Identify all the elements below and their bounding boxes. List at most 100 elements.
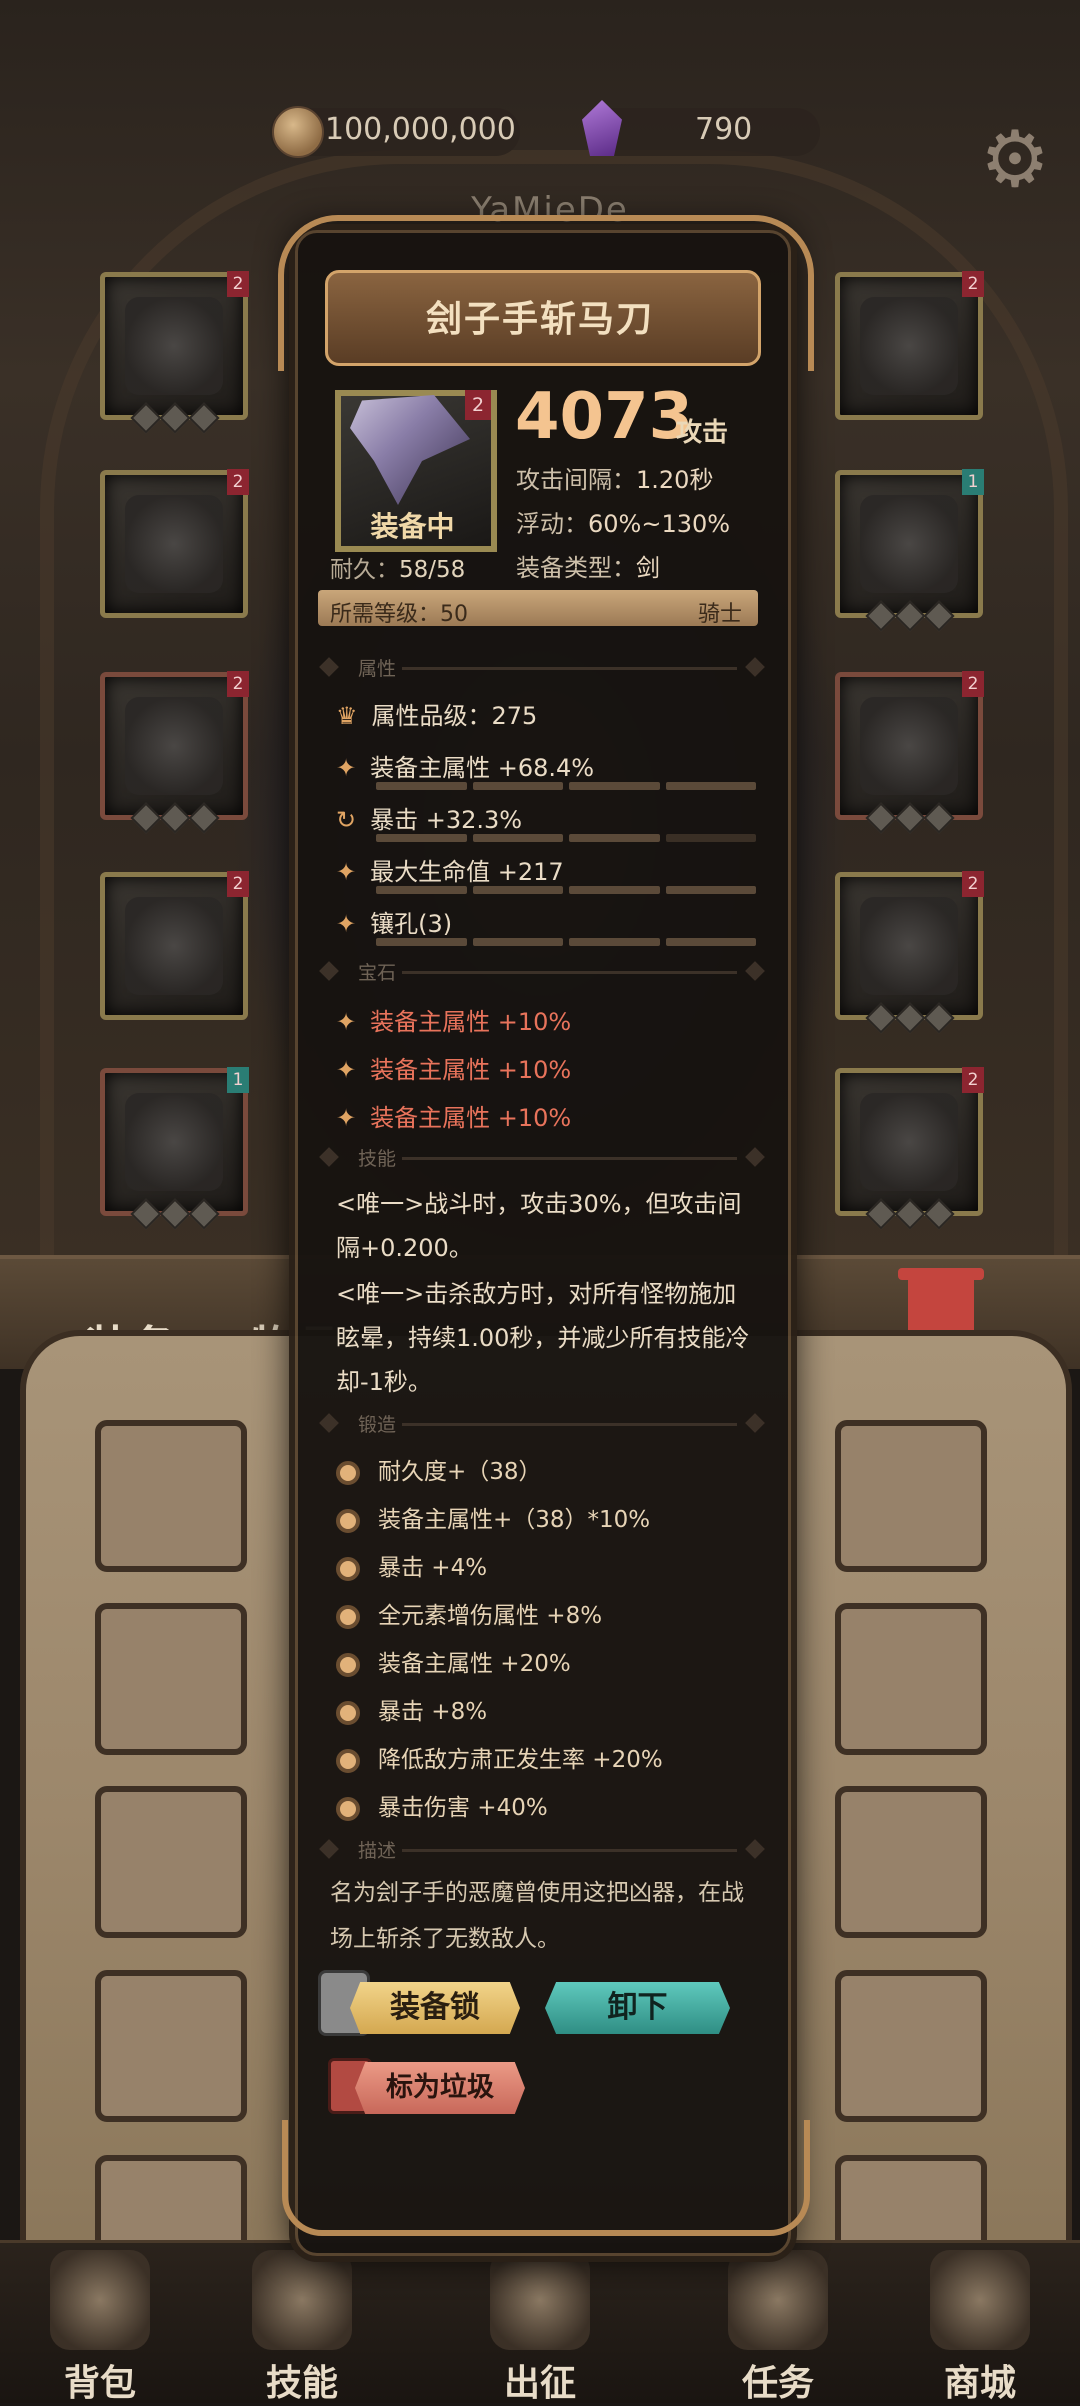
gold-coin-icon xyxy=(272,106,324,158)
slot-level-badge: 2 xyxy=(962,271,984,297)
nav-label: 出征 xyxy=(503,2363,576,2404)
cape-icon xyxy=(125,495,223,593)
equip-slot-cape[interactable]: 2 xyxy=(100,469,249,618)
mark-as-junk-button[interactable]: 标为垃圾 xyxy=(355,2062,525,2114)
forge-orb-icon xyxy=(336,1797,360,1821)
section-header-description: 描述 xyxy=(319,1836,765,1864)
forge-orb-icon xyxy=(336,1749,360,1773)
nav-label: 技能 xyxy=(265,2363,338,2404)
equip-slot-amulet[interactable]: 2 xyxy=(835,271,984,420)
gloves-icon xyxy=(125,897,223,995)
forge-line: 暴击 +4% xyxy=(336,1548,487,1582)
nav-shop[interactable]: 商城 xyxy=(910,2250,1050,2404)
forge-line: 耐久度+（38） xyxy=(336,1452,542,1486)
item-level-badge: 2 xyxy=(465,390,491,420)
forge-line: 降低敌方肃正发生率 +20% xyxy=(336,1740,663,1774)
slot-level-badge: 2 xyxy=(227,271,249,297)
gem-stat: ✦ 装备主属性 +10% xyxy=(336,1104,572,1132)
attribute-line: ✦ 最大生命值 +217 xyxy=(336,858,564,886)
crown-icon: ♛ xyxy=(336,702,358,730)
gold-amount: 100,000,000 xyxy=(325,112,516,147)
inventory-cell[interactable] xyxy=(835,1420,987,1572)
equipped-status: 装备中 xyxy=(370,510,455,543)
sword-map-icon xyxy=(490,2250,590,2350)
equip-slot-helmet[interactable]: 2 xyxy=(100,271,249,434)
unequip-button[interactable]: 卸下 xyxy=(545,1982,730,2034)
attribute-line: ✦ 装备主属性 +68.4% xyxy=(336,754,595,782)
star-icon: ✦ xyxy=(336,754,357,782)
item-description: 名为刽子手的恶魔曾使用这把凶器，在战场上斩杀了无数敌人。 xyxy=(330,1880,744,1952)
equip-slot-trinket[interactable]: 1 xyxy=(835,469,984,632)
skill-text: <唯一>战斗时，攻击30%，但攻击间隔+0.200。 xyxy=(336,1190,742,1262)
forge-orb-icon xyxy=(336,1557,360,1581)
slot-level-badge: 2 xyxy=(227,469,249,495)
equip-slot-ring[interactable]: 2 xyxy=(835,671,984,834)
section-header-gems: 宝石 xyxy=(319,958,765,986)
item-name: 刽子手斩马刀 xyxy=(425,299,654,340)
equip-slot-offhand[interactable]: 2 xyxy=(835,1067,984,1230)
required-class: 骑士 xyxy=(698,602,743,627)
equip-slot-armor[interactable]: 2 xyxy=(100,671,249,834)
required-level: 所需等级：50 xyxy=(330,602,469,627)
star-icon: ✦ xyxy=(336,1104,357,1132)
inventory-cell[interactable] xyxy=(95,1786,247,1938)
attack-value: 4073 xyxy=(515,380,694,454)
equip-slot-gloves[interactable]: 2 xyxy=(100,871,249,1020)
shop-crest-icon xyxy=(930,2250,1030,2350)
forge-line: 装备主属性 +20% xyxy=(336,1644,571,1678)
nav-backpack[interactable]: 背包 xyxy=(30,2250,170,2404)
section-header-forging: 锻造 xyxy=(319,1410,765,1438)
nav-label: 背包 xyxy=(63,2363,136,2404)
dagger-icon xyxy=(860,897,958,995)
forge-orb-icon xyxy=(336,1509,360,1533)
inventory-cell[interactable] xyxy=(835,1603,987,1755)
backpack-icon xyxy=(50,2250,150,2350)
nav-expedition[interactable]: 出征 xyxy=(470,2250,610,2404)
float-range: 浮动：60%~130% xyxy=(516,510,731,538)
forge-orb-icon xyxy=(336,1461,360,1485)
star-icon: ✦ xyxy=(336,858,357,886)
inventory-cell[interactable] xyxy=(95,1420,247,1572)
settings-gear-icon[interactable]: ⚙ xyxy=(975,120,1055,200)
star-icon: ✦ xyxy=(336,910,357,938)
gem-amount: 790 xyxy=(695,112,753,147)
slot-level-badge: 2 xyxy=(227,871,249,897)
attribute-grade: ♛ 属性品级：275 xyxy=(336,702,538,730)
inventory-cell[interactable] xyxy=(835,1786,987,1938)
forge-line: 全元素增伤属性 +8% xyxy=(336,1596,602,1630)
boots-icon xyxy=(125,1093,223,1191)
panel-ornate-frame-bottom xyxy=(282,2120,810,2236)
skill-book-icon xyxy=(252,2250,352,2350)
armor-icon xyxy=(125,697,223,795)
durability: 耐久：58/58 xyxy=(330,557,466,583)
skill-text: <唯一>击杀敌方时，对所有怪物施加眩晕，持续1.00秒，并减少所有技能冷却-1秒… xyxy=(336,1280,750,1396)
ring-icon xyxy=(860,697,958,795)
forge-line: 装备主属性+（38）*10% xyxy=(336,1500,650,1534)
nav-label: 任务 xyxy=(741,2363,814,2404)
attribute-roll-bar xyxy=(376,782,756,790)
attribute-line: ↻ 暴击 +32.3% xyxy=(336,806,523,834)
inventory-cell[interactable] xyxy=(95,1603,247,1755)
equipment-type: 装备类型：剑 xyxy=(516,554,660,582)
star-icon: ✦ xyxy=(336,1056,357,1084)
inventory-cell[interactable] xyxy=(95,1970,247,2122)
attack-interval: 攻击间隔：1.20秒 xyxy=(516,466,714,494)
nav-quests[interactable]: 任务 xyxy=(708,2250,848,2404)
slot-level-badge: 2 xyxy=(962,871,984,897)
equipment-lock-button[interactable]: 装备锁 xyxy=(350,1982,520,2034)
helmet-icon xyxy=(125,297,223,395)
slot-level-badge: 2 xyxy=(227,671,249,697)
attribute-line: ✦ 镶孔(3) xyxy=(336,910,453,938)
equip-slot-boots[interactable]: 1 xyxy=(100,1067,249,1230)
forge-line: 暴击 +8% xyxy=(336,1692,487,1726)
owl-trinket-icon xyxy=(860,495,958,593)
inventory-cell[interactable] xyxy=(835,1970,987,2122)
slot-level-badge: 1 xyxy=(962,469,984,495)
reroll-icon: ↻ xyxy=(336,806,357,834)
attribute-roll-bar xyxy=(376,938,756,946)
nav-skills[interactable]: 技能 xyxy=(232,2250,372,2404)
amulet-icon xyxy=(860,297,958,395)
shield-icon xyxy=(860,1093,958,1191)
equip-slot-weapon-alt[interactable]: 2 xyxy=(835,871,984,1034)
forge-line: 暴击伤害 +40% xyxy=(336,1788,548,1822)
